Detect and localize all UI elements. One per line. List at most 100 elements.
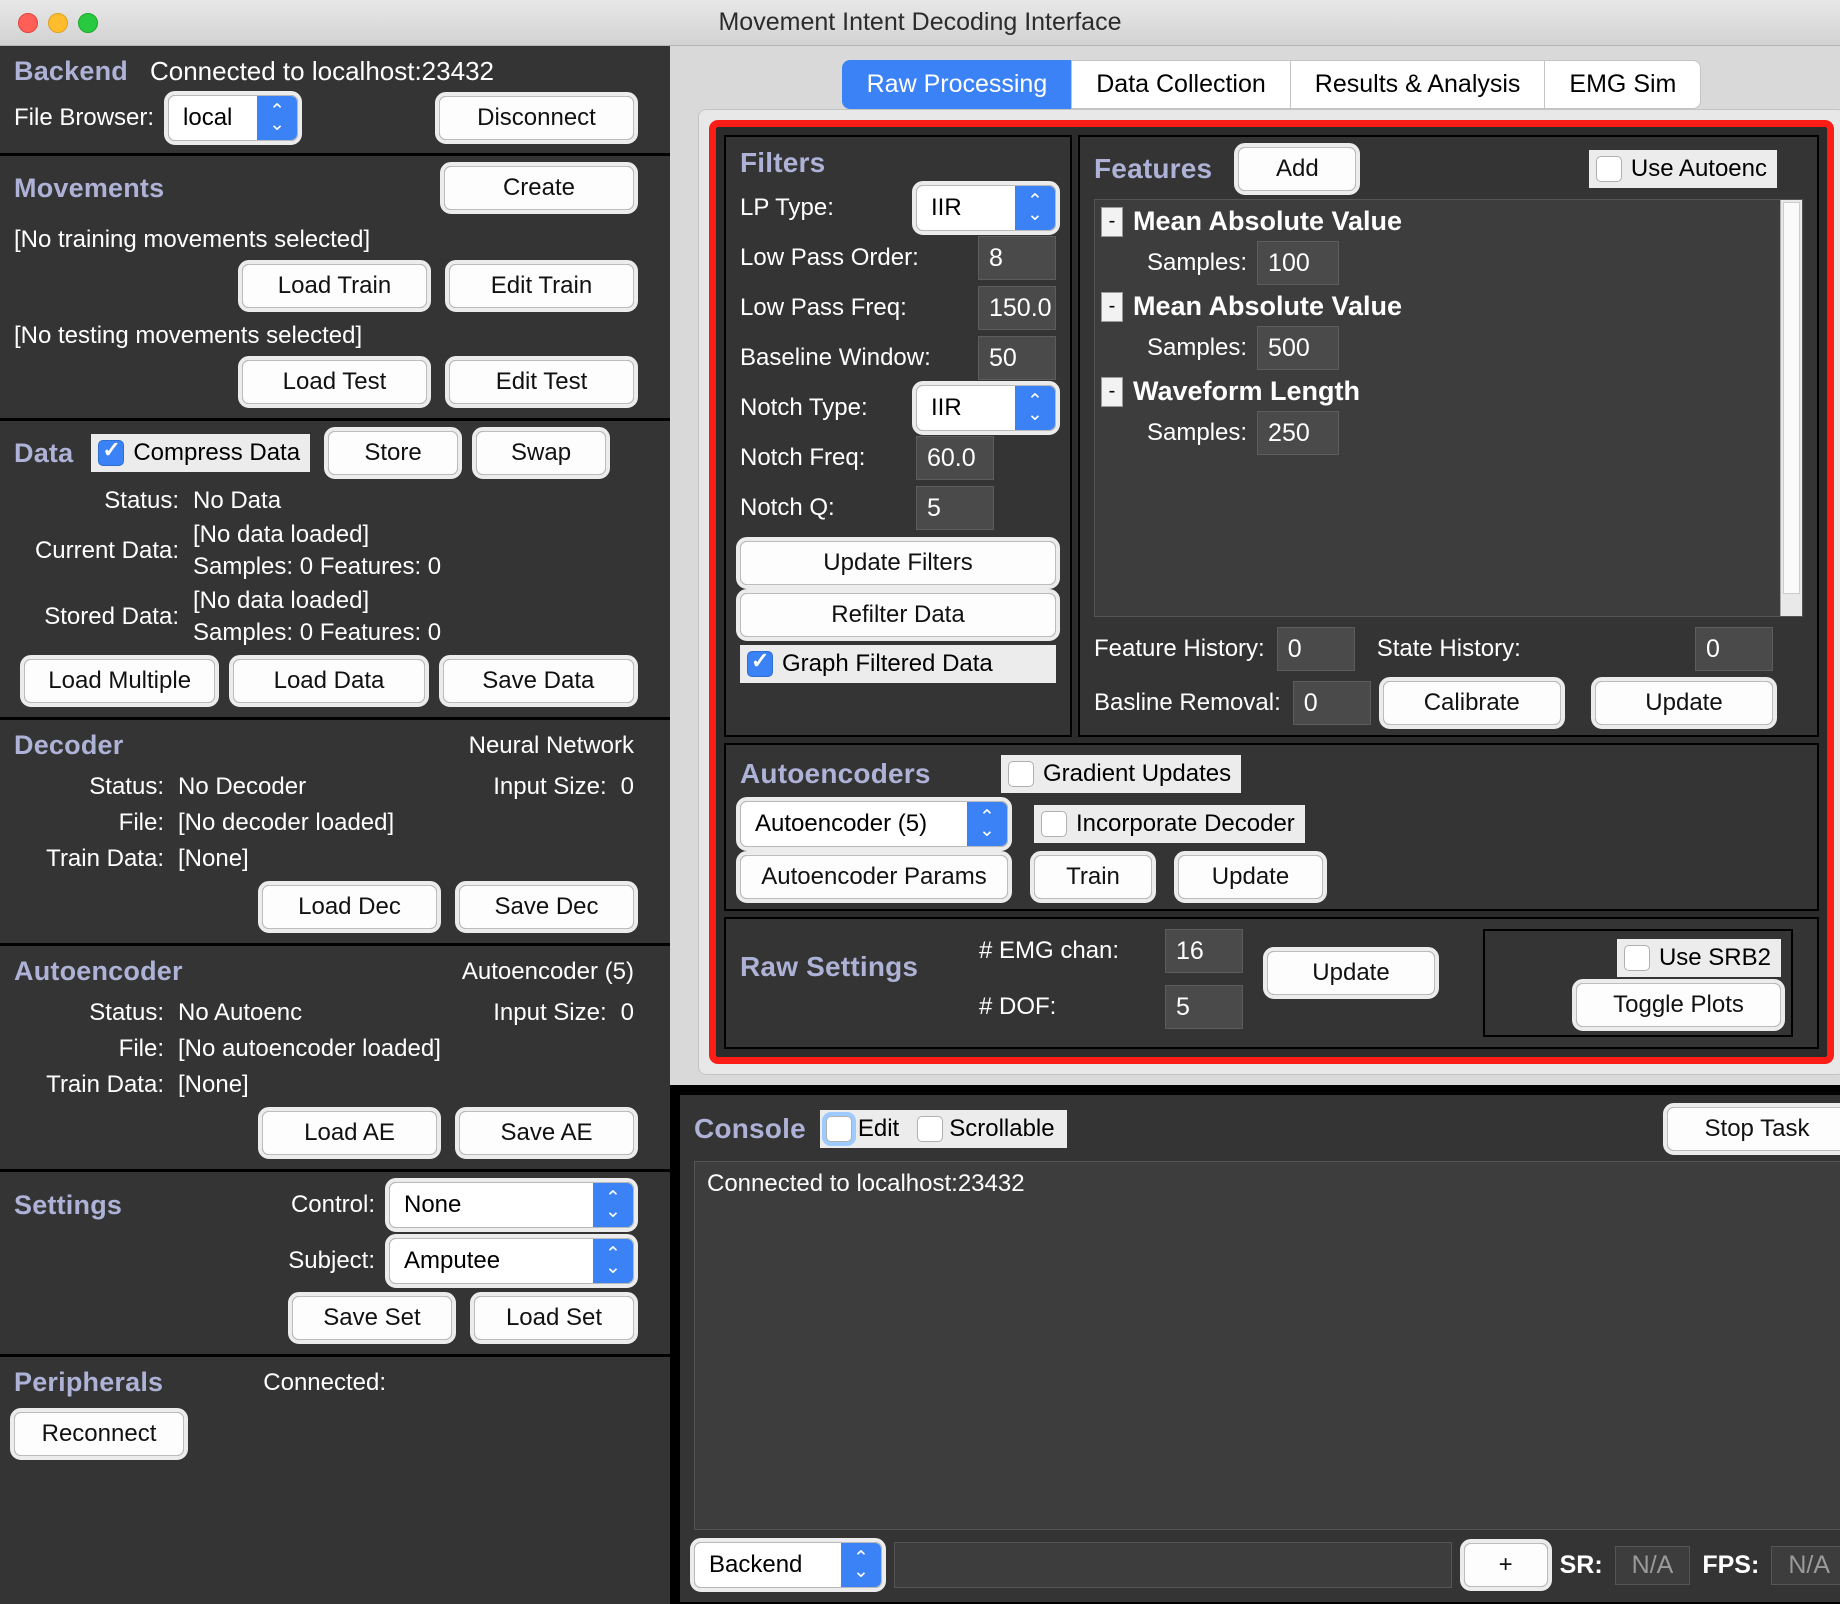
- autoencoder-select[interactable]: Autoencoder (5) ⌃ ⌄: [736, 797, 1012, 851]
- features-pane: Features Add Use Autoenc - Mean Absolute…: [1078, 135, 1819, 737]
- subject-value: Amputee: [404, 1247, 501, 1274]
- notch-freq-input[interactable]: 60.0: [916, 436, 994, 480]
- console-scrollable-label: Scrollable: [949, 1115, 1055, 1142]
- tab-data-collection[interactable]: Data Collection: [1071, 60, 1290, 109]
- store-data-button[interactable]: Store: [324, 427, 463, 479]
- swap-data-button[interactable]: Swap: [472, 427, 611, 479]
- baseline-removal-input[interactable]: 0: [1292, 681, 1371, 725]
- save-data-button[interactable]: Save Data: [438, 655, 638, 707]
- graph-filtered-data-checkbox[interactable]: Graph Filtered Data: [740, 645, 1056, 683]
- incorporate-decoder-checkbox[interactable]: Incorporate Decoder: [1034, 805, 1305, 843]
- autoencoder-update-button[interactable]: Update: [1174, 851, 1327, 903]
- stop-task-button[interactable]: Stop Task: [1663, 1103, 1840, 1155]
- autoencoder-params-button[interactable]: Autoencoder Params: [736, 851, 1012, 903]
- save-decoder-button[interactable]: Save Dec: [455, 881, 638, 933]
- feature-history-input[interactable]: 0: [1276, 627, 1355, 671]
- decoder-train-data-label: Train Data:: [46, 845, 164, 872]
- notch-type-label: Notch Type:: [740, 394, 868, 421]
- disconnect-button[interactable]: Disconnect: [435, 92, 638, 144]
- backend-status: Connected to localhost:23432: [149, 56, 494, 86]
- load-test-button[interactable]: Load Test: [238, 356, 431, 408]
- scrollable-checkbox-icon[interactable]: [917, 1116, 944, 1142]
- console-output: Connected to localhost:23432: [694, 1161, 1840, 1530]
- autoencoder-train-data-value: [None]: [178, 1071, 249, 1098]
- checkbox-icon: [1041, 811, 1067, 837]
- chevron-updown-icon: ⌃ ⌄: [593, 1183, 633, 1227]
- remove-feature-icon[interactable]: -: [1101, 291, 1123, 322]
- load-decoder-button[interactable]: Load Dec: [258, 881, 441, 933]
- calibrate-button[interactable]: Calibrate: [1378, 677, 1565, 729]
- use-srb2-checkbox[interactable]: Use SRB2: [1616, 939, 1781, 977]
- use-autoenc-checkbox[interactable]: Use Autoenc: [1588, 150, 1777, 188]
- console-edit-label: Edit: [857, 1115, 900, 1142]
- left-sidebar: Backend Connected to localhost:23432 Fil…: [0, 46, 670, 1604]
- feature-samples-input[interactable]: 500: [1257, 326, 1340, 370]
- fps-value: N/A: [1771, 1545, 1840, 1585]
- current-data-file: [No data loaded]: [193, 521, 370, 548]
- console-header: Console Edit Scrollable Stop Task: [694, 1103, 1840, 1155]
- features-scrollbar[interactable]: [1780, 200, 1802, 616]
- tab-results-analysis[interactable]: Results & Analysis: [1289, 60, 1545, 109]
- tab-raw-processing[interactable]: Raw Processing: [841, 60, 1072, 109]
- dof-input[interactable]: 5: [1165, 985, 1243, 1029]
- notch-type-select[interactable]: IIR ⌃ ⌄: [912, 381, 1060, 435]
- console-target-select[interactable]: Backend ⌃ ⌄: [690, 1538, 886, 1592]
- console-command-input[interactable]: [894, 1542, 1452, 1588]
- fps-label: FPS:: [1702, 1550, 1760, 1579]
- file-browser-select[interactable]: local ⌃ ⌄: [164, 91, 303, 145]
- edit-checkbox-icon[interactable]: [825, 1116, 852, 1142]
- load-settings-button[interactable]: Load Set: [470, 1292, 638, 1344]
- decoder-title: Decoder: [14, 730, 124, 760]
- state-history-input[interactable]: 0: [1695, 627, 1773, 671]
- create-movement-button[interactable]: Create: [440, 162, 638, 214]
- add-feature-button[interactable]: Add: [1234, 143, 1361, 195]
- feature-item: - Waveform Length Samples: 250: [1101, 376, 1780, 455]
- lp-freq-input[interactable]: 150.0: [978, 286, 1056, 330]
- tab-emg-sim[interactable]: EMG Sim: [1544, 60, 1702, 109]
- subject-select[interactable]: Amputee ⌃ ⌄: [385, 1234, 638, 1288]
- raw-settings-title: Raw Settings: [740, 951, 919, 982]
- checkbox-icon: [98, 437, 125, 466]
- load-data-button[interactable]: Load Data: [229, 655, 429, 707]
- settings-section: Settings Control: None ⌃ ⌄ Subject: Amput…: [0, 1172, 670, 1357]
- decoder-status-value: No Decoder: [178, 773, 307, 800]
- console-add-button[interactable]: +: [1459, 1539, 1552, 1591]
- decoder-type: Neural Network: [468, 731, 634, 759]
- lp-type-select[interactable]: IIR ⌃ ⌄: [912, 181, 1060, 235]
- feature-samples-input[interactable]: 100: [1257, 241, 1340, 285]
- features-list[interactable]: - Mean Absolute Value Samples: 100 - Mea…: [1094, 199, 1803, 617]
- remove-feature-icon[interactable]: -: [1101, 376, 1123, 407]
- load-autoencoder-button[interactable]: Load AE: [258, 1107, 441, 1159]
- remove-feature-icon[interactable]: -: [1101, 206, 1123, 237]
- save-settings-button[interactable]: Save Set: [288, 1292, 456, 1344]
- toggle-plots-button[interactable]: Toggle Plots: [1572, 979, 1785, 1031]
- chevron-updown-icon: ⌃ ⌄: [967, 802, 1007, 846]
- raw-settings-update-button[interactable]: Update: [1263, 947, 1439, 999]
- autoencoders-title: Autoencoders: [740, 758, 931, 789]
- autoencoder-title: Autoencoder: [14, 956, 183, 986]
- stored-data-file: [No data loaded]: [193, 587, 370, 614]
- lp-order-input[interactable]: 8: [978, 236, 1056, 280]
- gradient-updates-checkbox[interactable]: Gradient Updates: [1001, 755, 1242, 793]
- compress-data-checkbox[interactable]: Compress Data: [91, 434, 311, 472]
- load-multiple-button[interactable]: Load Multiple: [19, 655, 220, 707]
- scrollbar-thumb[interactable]: [1783, 202, 1800, 594]
- edit-train-button[interactable]: Edit Train: [445, 260, 638, 312]
- features-update-button[interactable]: Update: [1591, 677, 1777, 729]
- edit-test-button[interactable]: Edit Test: [445, 356, 638, 408]
- emg-chan-input[interactable]: 16: [1165, 929, 1243, 973]
- feature-samples-input[interactable]: 250: [1257, 411, 1340, 455]
- baseline-window-input[interactable]: 50: [978, 336, 1056, 380]
- notch-q-input[interactable]: 5: [916, 486, 994, 530]
- reconnect-peripherals-button[interactable]: Reconnect: [10, 1408, 188, 1460]
- update-filters-button[interactable]: Update Filters: [736, 537, 1060, 589]
- autoencoder-status-value: No Autoenc: [178, 999, 303, 1026]
- chevron-updown-icon: ⌃ ⌄: [257, 96, 298, 140]
- control-select[interactable]: None ⌃ ⌄: [385, 1178, 638, 1232]
- feature-item: - Mean Absolute Value Samples: 100: [1101, 206, 1780, 285]
- refilter-data-button[interactable]: Refilter Data: [736, 589, 1060, 641]
- autoencoder-selected-value: Autoencoder (5): [755, 810, 928, 837]
- autoencoder-train-button[interactable]: Train: [1030, 851, 1156, 903]
- save-autoencoder-button[interactable]: Save AE: [455, 1107, 638, 1159]
- load-train-button[interactable]: Load Train: [238, 260, 431, 312]
